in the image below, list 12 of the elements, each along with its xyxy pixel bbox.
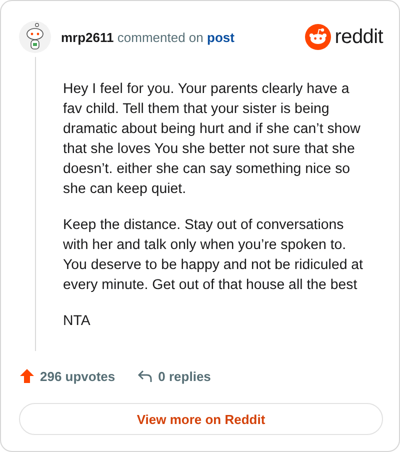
reply-icon[interactable]: [137, 368, 154, 384]
avatar-icon: [19, 20, 51, 54]
upvote-icon[interactable]: [19, 368, 35, 384]
comment-paragraph: Keep the distance. Stay out of conversations with her and talk only when you’re spoken to. You deserve to be happy and not be ridiculed at every minute. Get out of that house all the best: [63, 216, 364, 295]
logo-icon: [304, 24, 331, 50]
upvote-count: 296 upvotes: [40, 368, 116, 384]
comment-paragraph: Hey I feel for you. Your parents clearly have a fav child. Tell them that your sister is being dramatic about being hurt and if she can’t show that she loves You she better not sure that she doesn’t. either she can say something nice so she can keep quiet.: [63, 80, 362, 199]
brand-name: reddit: [334, 26, 383, 48]
reply-count: 0 replies: [158, 368, 211, 384]
comment-paragraph: NTA: [63, 312, 92, 331]
comment-header: mrp2611 commented on post: [61, 30, 236, 44]
view-more-button[interactable]: View more on Reddit: [19, 403, 383, 435]
